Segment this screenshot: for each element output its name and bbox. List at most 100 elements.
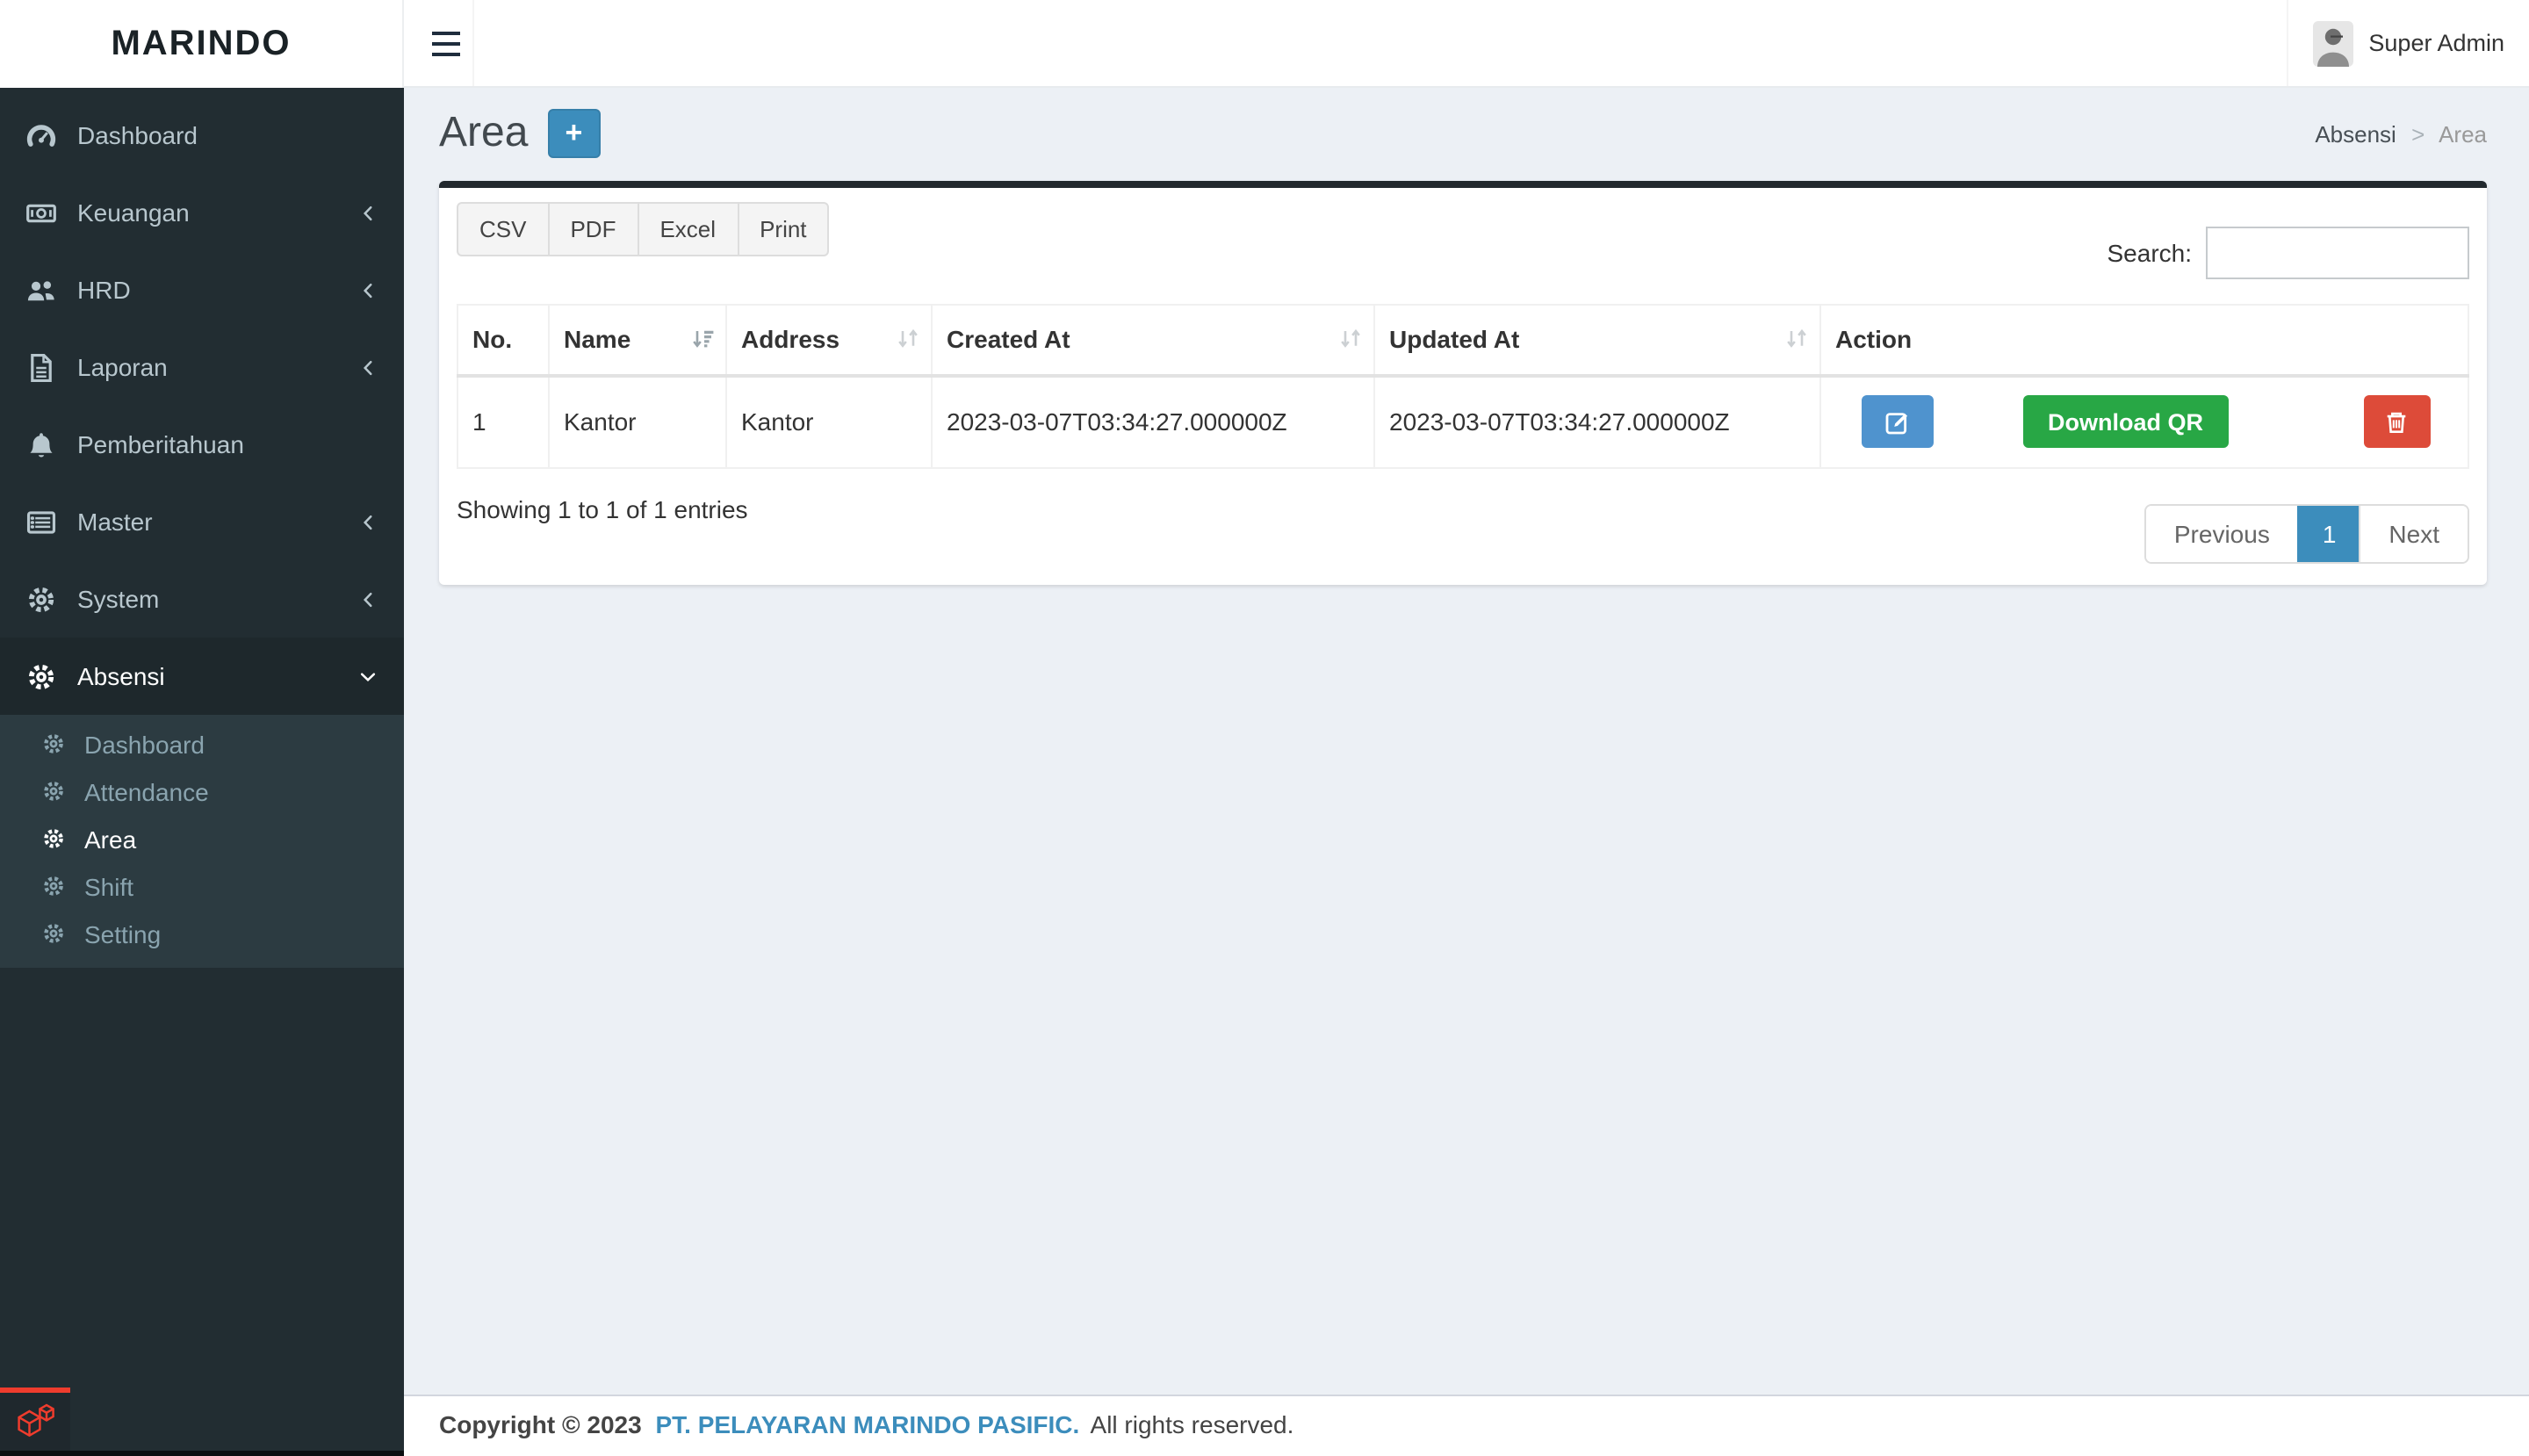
sidebar-item-system[interactable]: System bbox=[0, 560, 404, 638]
sidebar-toggle-icon[interactable] bbox=[420, 0, 474, 86]
chevron-down-icon bbox=[358, 667, 378, 686]
brand-logo[interactable]: MARINDO bbox=[0, 0, 404, 88]
edit-button[interactable] bbox=[1862, 396, 1934, 449]
footer-rights: All rights reserved. bbox=[1091, 1410, 1294, 1438]
sidebar-item-label: Pemberitahuan bbox=[77, 430, 244, 458]
pagination-page-1[interactable]: 1 bbox=[2298, 506, 2360, 562]
gear-icon bbox=[26, 661, 61, 691]
gear-icon bbox=[42, 780, 70, 803]
footer-copyright: Copyright © 2023 bbox=[439, 1410, 642, 1438]
sidebar-item-label: System bbox=[77, 585, 159, 613]
sidebar-item-keuangan[interactable]: Keuangan bbox=[0, 174, 404, 251]
submenu-item-label: Setting bbox=[84, 919, 161, 948]
gear-icon bbox=[42, 827, 70, 850]
pagination: Previous 1 Next bbox=[2144, 504, 2469, 564]
gear-icon bbox=[42, 922, 70, 945]
edit-pencil-icon bbox=[1884, 409, 1911, 436]
column-header-no: No. bbox=[458, 305, 549, 375]
gear-icon bbox=[26, 584, 61, 614]
table-footer: Showing 1 to 1 of 1 entries Previous 1 N… bbox=[457, 469, 2469, 564]
sort-both-icon bbox=[1784, 327, 1809, 353]
column-header-name[interactable]: Name bbox=[549, 305, 726, 375]
submenu-item-label: Shift bbox=[84, 872, 133, 900]
breadcrumb: Absensi > Area bbox=[2315, 120, 2487, 147]
export-csv-button[interactable]: CSV bbox=[457, 202, 549, 256]
cell-created-at: 2023-03-07T03:34:27.000000Z bbox=[932, 375, 1374, 468]
breadcrumb-separator: > bbox=[2411, 120, 2425, 147]
entries-info: Showing 1 to 1 of 1 entries bbox=[457, 495, 748, 523]
money-icon bbox=[26, 198, 61, 227]
pagination-previous[interactable]: Previous bbox=[2146, 506, 2298, 562]
pagination-next[interactable]: Next bbox=[2359, 506, 2468, 562]
export-print-button[interactable]: Print bbox=[737, 202, 829, 256]
submenu-item-attendance[interactable]: Attendance bbox=[0, 768, 404, 815]
footer-company-link[interactable]: PT. PELAYARAN MARINDO PASIFIC. bbox=[655, 1410, 1079, 1438]
sidebar-item-hrd[interactable]: HRD bbox=[0, 251, 404, 328]
chevron-left-icon bbox=[358, 203, 378, 222]
area-table: No. Name Address Created At bbox=[457, 304, 2469, 469]
sort-both-icon bbox=[1338, 327, 1363, 353]
sidebar-menu: Dashboard Keuangan HRD Laporan Pemberita… bbox=[0, 88, 404, 968]
debugbar-bottom-strip bbox=[0, 1451, 404, 1456]
chevron-left-icon bbox=[358, 280, 378, 299]
laravel-icon bbox=[12, 1399, 58, 1445]
chevron-left-icon bbox=[358, 589, 378, 609]
sidebar-item-label: HRD bbox=[77, 276, 131, 304]
sidebar-item-absensi[interactable]: Absensi bbox=[0, 638, 404, 715]
submenu-item-dashboard[interactable]: Dashboard bbox=[0, 720, 404, 768]
table-header-row: No. Name Address Created At bbox=[458, 305, 2468, 375]
gear-icon bbox=[42, 875, 70, 897]
export-excel-button[interactable]: Excel bbox=[637, 202, 739, 256]
column-header-address[interactable]: Address bbox=[726, 305, 932, 375]
table-row: 1 Kantor Kantor 2023-03-07T03:34:27.0000… bbox=[458, 375, 2468, 468]
gear-icon bbox=[42, 732, 70, 755]
breadcrumb-parent[interactable]: Absensi bbox=[2315, 120, 2396, 147]
laravel-debugbar-toggle[interactable] bbox=[0, 1388, 70, 1451]
download-qr-button[interactable]: Download QR bbox=[2023, 396, 2228, 449]
cell-name: Kantor bbox=[549, 375, 726, 468]
submenu-item-label: Dashboard bbox=[84, 730, 205, 758]
sidebar-item-label: Laporan bbox=[77, 353, 168, 381]
users-icon bbox=[26, 275, 61, 305]
submenu-item-shift[interactable]: Shift bbox=[0, 862, 404, 910]
export-pdf-button[interactable]: PDF bbox=[547, 202, 638, 256]
main-column: Super Admin Area + Absensi > Area bbox=[404, 0, 2529, 1456]
cell-action: Download QR bbox=[1820, 375, 2468, 468]
sidebar-item-label: Master bbox=[77, 508, 153, 536]
breadcrumb-current: Area bbox=[2439, 120, 2487, 147]
absensi-submenu: Dashboard Attendance Area Shift Setting bbox=[0, 715, 404, 968]
export-button-group: CSV PDF Excel Print bbox=[457, 202, 830, 256]
column-header-updated-at[interactable]: Updated At bbox=[1374, 305, 1820, 375]
sidebar-item-pemberitahuan[interactable]: Pemberitahuan bbox=[0, 406, 404, 483]
submenu-item-label: Attendance bbox=[84, 777, 209, 805]
search-input[interactable] bbox=[2206, 227, 2469, 279]
column-header-created-at[interactable]: Created At bbox=[932, 305, 1374, 375]
table-icon bbox=[26, 507, 61, 537]
gauge-icon bbox=[26, 120, 61, 150]
cell-no: 1 bbox=[458, 375, 549, 468]
app-root: MARINDO Dashboard Keuangan HRD Laporan bbox=[0, 0, 2529, 1456]
add-area-button[interactable]: + bbox=[547, 109, 600, 158]
area-table-card: CSV PDF Excel Print Search: bbox=[439, 181, 2487, 585]
sidebar-item-label: Keuangan bbox=[77, 198, 190, 227]
column-header-action: Action bbox=[1820, 305, 2468, 375]
user-menu[interactable]: Super Admin bbox=[2286, 0, 2529, 86]
delete-button[interactable] bbox=[2363, 396, 2430, 449]
page-footer: Copyright © 2023 PT. PELAYARAN MARINDO P… bbox=[404, 1395, 2529, 1456]
sidebar-item-dashboard[interactable]: Dashboard bbox=[0, 97, 404, 174]
user-name: Super Admin bbox=[2368, 30, 2504, 56]
sort-desc-icon bbox=[690, 327, 715, 353]
user-avatar bbox=[2312, 20, 2352, 66]
sidebar-item-master[interactable]: Master bbox=[0, 483, 404, 560]
submenu-item-setting[interactable]: Setting bbox=[0, 910, 404, 957]
top-navbar: Super Admin bbox=[404, 0, 2529, 88]
sidebar-item-laporan[interactable]: Laporan bbox=[0, 328, 404, 406]
content-header: Area + Absensi > Area bbox=[439, 109, 2487, 158]
plus-icon: + bbox=[565, 115, 582, 150]
chevron-left-icon bbox=[358, 357, 378, 377]
bell-icon bbox=[26, 429, 61, 459]
chevron-left-icon bbox=[358, 512, 378, 531]
trash-icon bbox=[2383, 409, 2410, 436]
search-label: Search: bbox=[2108, 239, 2193, 267]
submenu-item-area[interactable]: Area bbox=[0, 815, 404, 862]
